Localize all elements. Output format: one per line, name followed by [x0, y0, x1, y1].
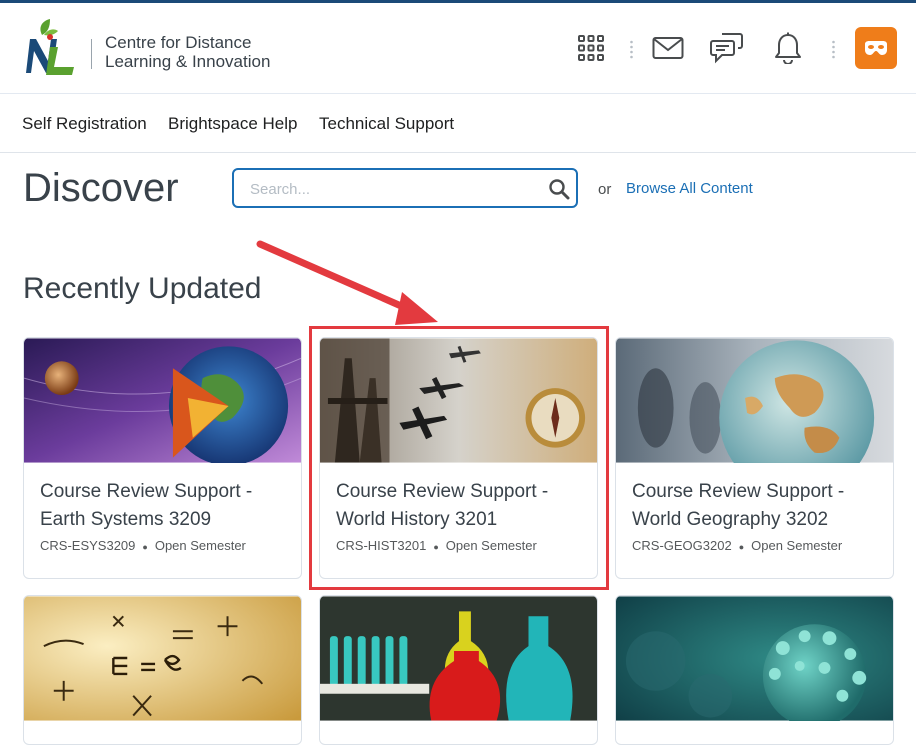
course-card-highlighted[interactable]: Course Review Support - World History 32… [319, 337, 598, 579]
course-card[interactable] [23, 595, 302, 745]
nav-self-registration[interactable]: Self Registration [22, 114, 147, 134]
nl-logo[interactable] [20, 17, 82, 79]
separator-dots [832, 40, 835, 59]
nav-bar: Self Registration Brightspace Help Techn… [0, 94, 916, 153]
chemistry-lab-image [320, 596, 597, 721]
nav-brightspace-help[interactable]: Brightspace Help [168, 114, 297, 134]
card-title-line1: Course Review Support - [632, 481, 845, 502]
physics-formulas-image [24, 596, 301, 721]
nav-technical-support[interactable]: Technical Support [319, 114, 454, 134]
org-name-line1: Centre for Distance [105, 33, 252, 52]
separator-dots [630, 40, 633, 59]
email-icon[interactable] [651, 31, 685, 65]
course-card[interactable] [319, 595, 598, 745]
mask-avatar-icon [865, 41, 887, 55]
world-history-image [320, 338, 597, 463]
course-semester: Open Semester [154, 538, 246, 553]
org-name-line2: Learning & Innovation [105, 52, 271, 71]
course-semester: Open Semester [445, 538, 537, 553]
earth-systems-image [24, 338, 301, 463]
site-header: Centre for Distance Learning & Innovatio… [0, 3, 916, 94]
course-code: CRS-HIST3201 [336, 538, 427, 553]
card-title-line1: Course Review Support - [336, 481, 549, 502]
world-geography-image [616, 338, 893, 463]
page-title: Discover [23, 166, 179, 210]
course-semester: Open Semester [751, 538, 843, 553]
course-code: CRS-GEOG3202 [632, 538, 732, 553]
search-box [232, 168, 578, 208]
search-input[interactable] [248, 170, 542, 208]
card-meta: CRS-HIST3201 ● Open Semester [336, 538, 537, 553]
course-card[interactable] [615, 595, 894, 745]
user-avatar-button[interactable] [855, 27, 897, 69]
card-title-line2: Earth Systems 3209 [40, 509, 212, 530]
biology-virus-image [616, 596, 893, 721]
course-code: CRS-ESYS3209 [40, 538, 136, 553]
search-icon[interactable] [548, 178, 570, 200]
card-title[interactable]: Course Review Support - Earth Systems 32… [40, 478, 252, 534]
notification-bell-icon[interactable] [771, 31, 805, 65]
course-card[interactable]: Course Review Support - Earth Systems 32… [23, 337, 302, 579]
section-title-recently-updated: Recently Updated [23, 272, 262, 305]
card-title-line2: World History 3201 [336, 509, 498, 530]
logo-divider [91, 39, 92, 69]
browse-all-content-link[interactable]: Browse All Content [626, 180, 753, 197]
card-meta: CRS-GEOG3202 ● Open Semester [632, 538, 842, 553]
course-card[interactable]: Course Review Support - World Geography … [615, 337, 894, 579]
card-meta: CRS-ESYS3209 ● Open Semester [40, 538, 246, 553]
meta-separator-dot: ● [433, 541, 439, 552]
message-alerts-icon[interactable] [710, 31, 744, 65]
waffle-grid-icon[interactable] [574, 31, 608, 65]
meta-separator-dot: ● [738, 541, 745, 552]
org-name[interactable]: Centre for Distance Learning & Innovatio… [105, 33, 270, 71]
card-title-line2: World Geography 3202 [632, 509, 829, 530]
card-title[interactable]: Course Review Support - World History 32… [336, 478, 548, 534]
meta-separator-dot: ● [142, 541, 148, 552]
card-title-line1: Course Review Support - [40, 481, 253, 502]
card-title[interactable]: Course Review Support - World Geography … [632, 478, 844, 534]
or-text: or [598, 181, 612, 198]
